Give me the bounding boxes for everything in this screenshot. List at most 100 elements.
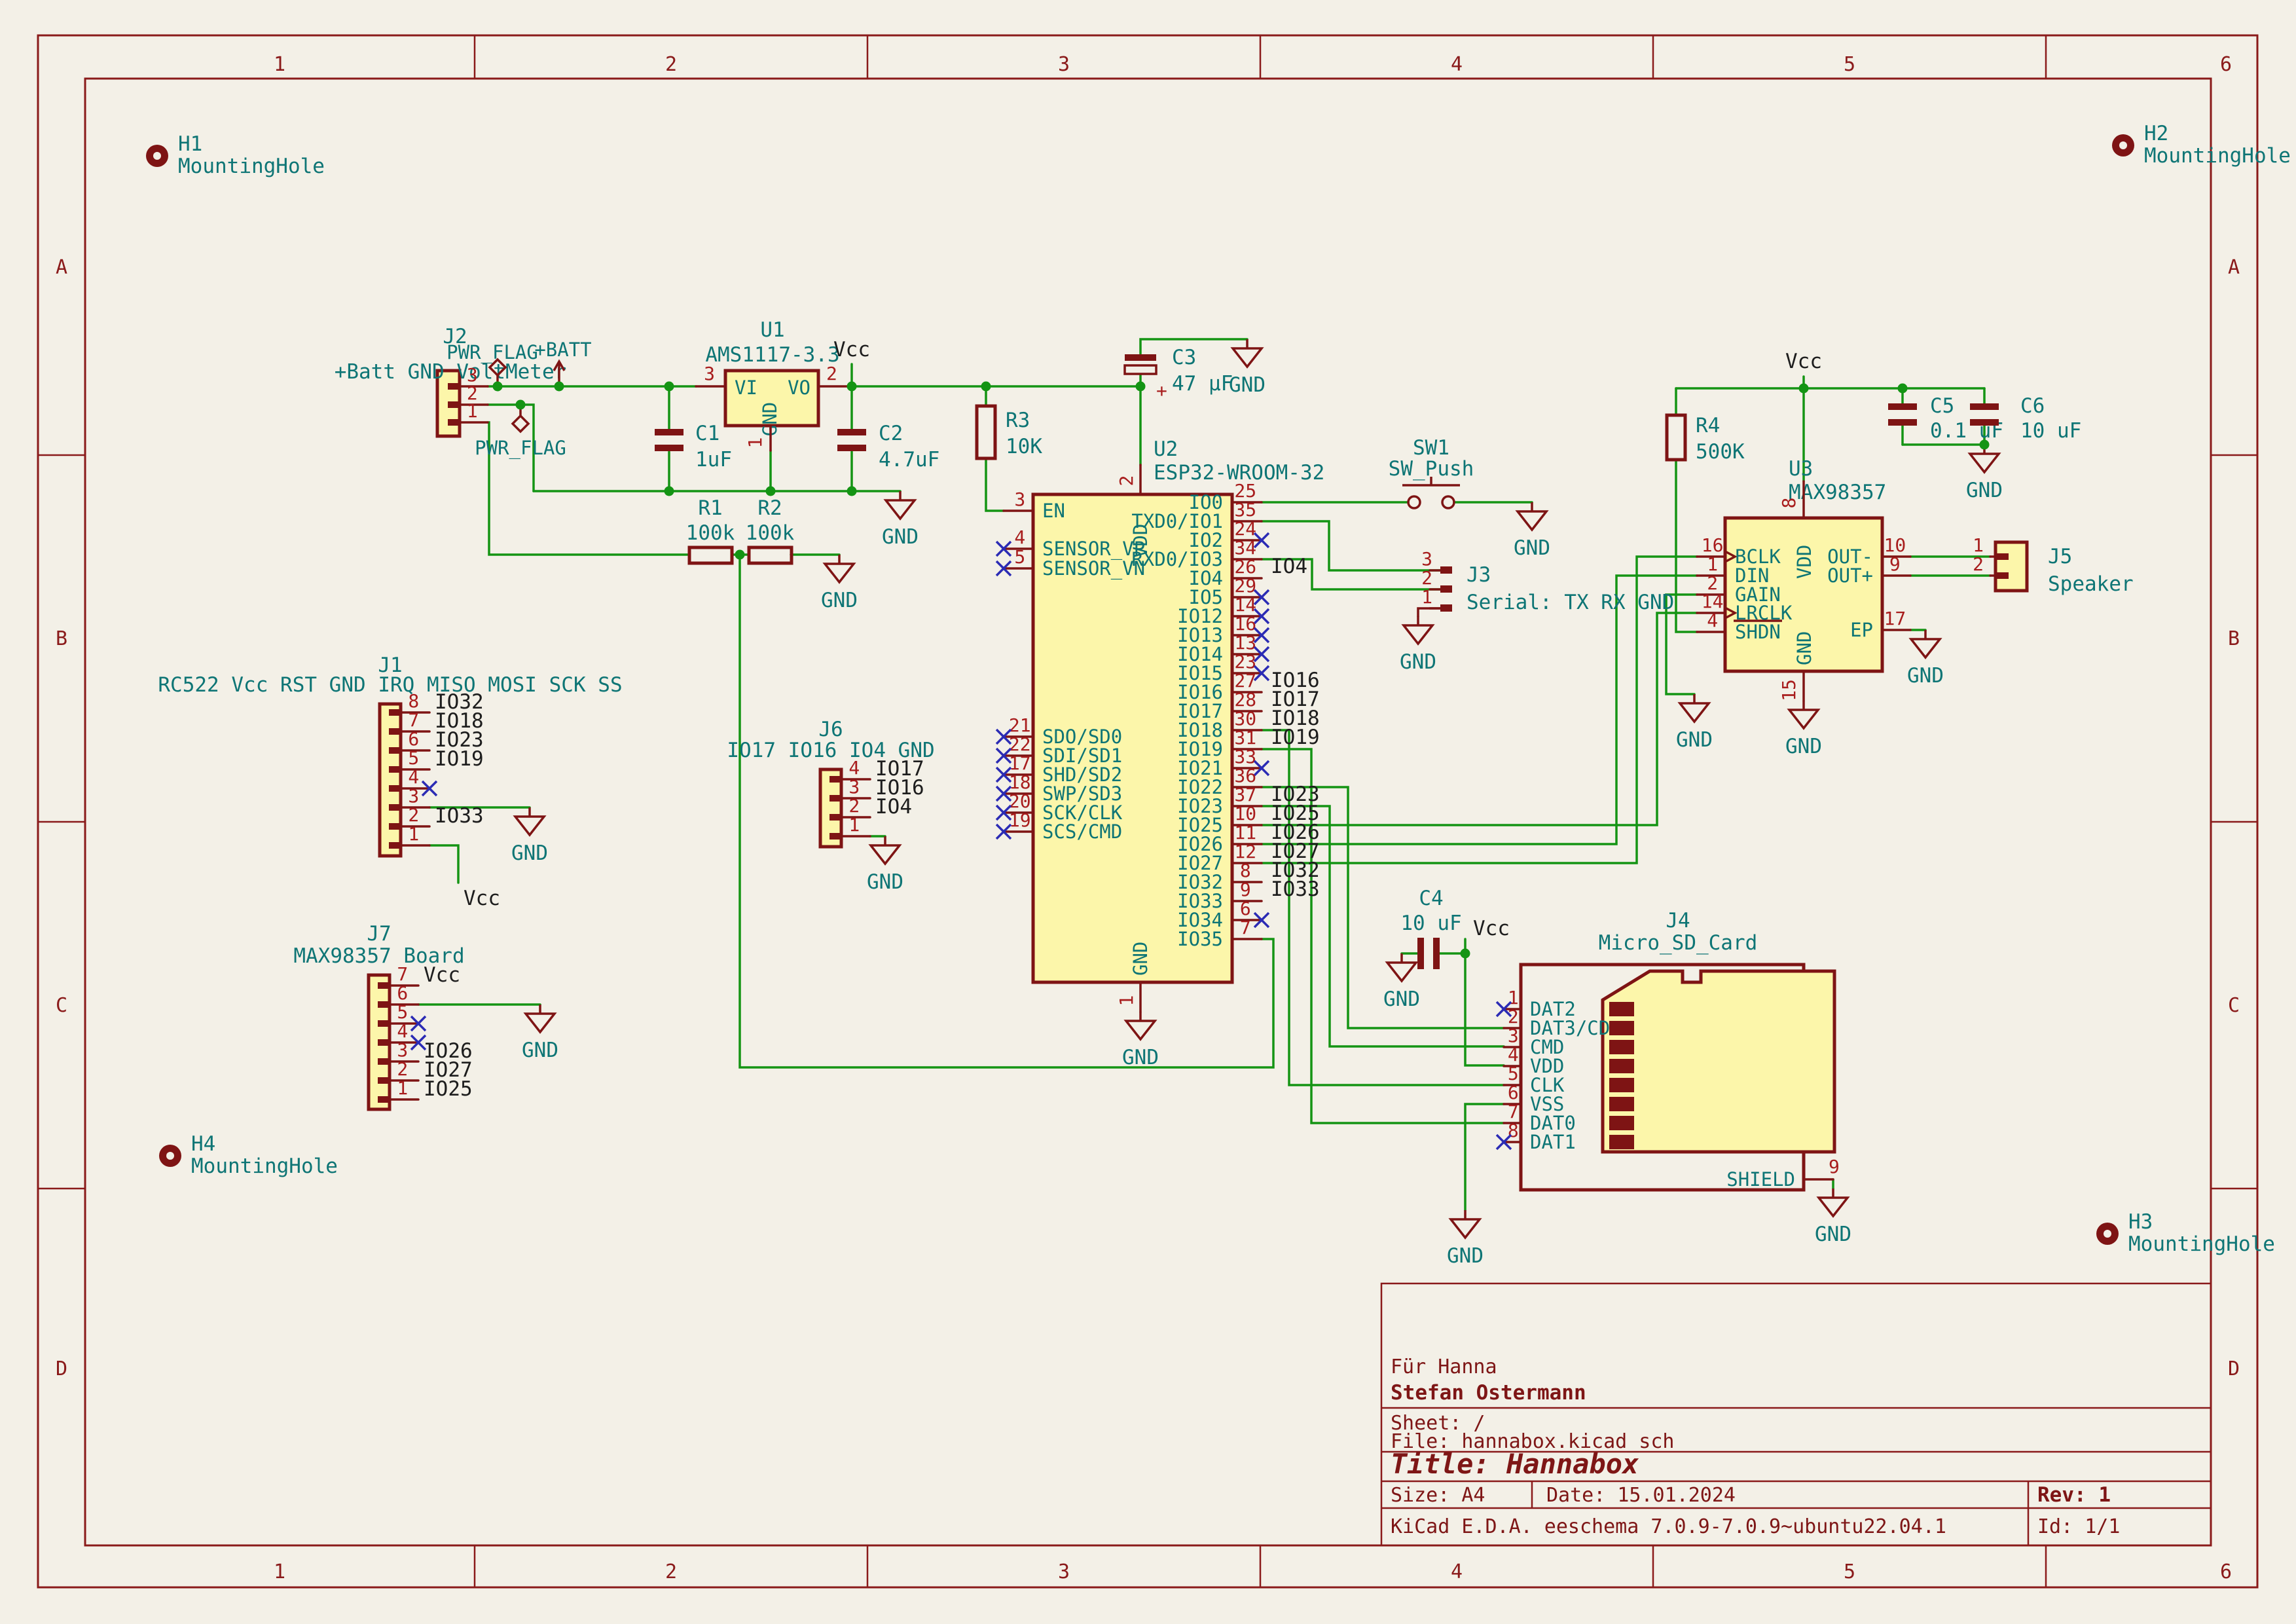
junction-dot [1799, 384, 1809, 394]
gnd-label: GND [1676, 728, 1713, 752]
ref: C2 [879, 422, 903, 445]
value: Serial: TX RX GND [1467, 591, 1674, 614]
pin-number: 1 [397, 1077, 408, 1099]
mounting-hole-h3[interactable]: H3 MountingHole [2096, 1210, 2275, 1256]
titleblock-id: Id: 1/1 [2037, 1515, 2120, 1538]
gnd-label: GND [1122, 1046, 1159, 1069]
pwr-flag-label: PWR_FLAG [446, 341, 538, 364]
gnd-label: GND [821, 589, 858, 612]
ref: C4 [1419, 887, 1443, 910]
switch-sw1[interactable]: SW1 SW_Push [1389, 436, 1474, 508]
gnd-label: GND [1447, 1244, 1484, 1268]
wire[interactable] [1465, 1104, 1504, 1210]
ref: J3 [1467, 563, 1491, 587]
capacitor-c1[interactable]: C1 1uF [655, 422, 732, 471]
net-label: Vcc [424, 963, 460, 987]
pin-number: 7 [1240, 917, 1251, 938]
value: 47 µF [1172, 372, 1233, 396]
gnd-symbol: GND [1785, 701, 1822, 758]
sd-contact-pad [1609, 1135, 1634, 1149]
gnd-symbol: GND [1383, 953, 1420, 1011]
value: MountingHole [2128, 1232, 2275, 1256]
titleblock-title: Title: Hannabox [1391, 1448, 1639, 1480]
value: RC522 Vcc RST GND IRQ MISO MOSI SCK SS [158, 673, 622, 697]
gnd-label: GND [867, 870, 903, 894]
wire[interactable] [1262, 613, 1697, 825]
mounting-hole-h4[interactable]: H4 MountingHole [159, 1132, 338, 1178]
junction-dot [847, 382, 857, 392]
vcc-flag: Vcc [1785, 350, 1822, 373]
sd-contact-pad [1609, 1021, 1634, 1035]
connector-j5-speaker[interactable]: J5 Speaker [1995, 542, 2134, 596]
titleblock-tool: KiCad E.D.A. eeschema 7.0.9-7.0.9~ubuntu… [1391, 1515, 1946, 1538]
schematic-page: 112233445566AABBCCDD Für Hanna Stefan Os… [0, 0, 2296, 1624]
wire[interactable] [1262, 576, 1697, 844]
ref: R4 [1696, 414, 1720, 437]
value: 10K [1006, 435, 1042, 458]
value: 4.7uF [879, 448, 939, 471]
resistor-r2[interactable]: R2 100k [746, 496, 795, 563]
value: 100k [746, 521, 795, 545]
grid-row-label: C [2228, 994, 2240, 1017]
pin-number: 5 [1014, 546, 1025, 568]
ref: J6 [818, 718, 843, 741]
vcc-flag: Vcc [464, 887, 500, 910]
grid-column-label: 5 [1844, 1560, 1855, 1583]
wire[interactable] [1465, 953, 1504, 1065]
value: AMS1117-3.3 [705, 343, 839, 367]
ref: U2 [1154, 437, 1178, 461]
pin-name-gnd: GND [1129, 942, 1152, 976]
pin-num-vdd: 2 [1116, 475, 1137, 487]
gnd-label: GND [511, 841, 548, 865]
resistor-r1[interactable]: R1 100k [686, 496, 735, 563]
pin-name: DAT1 [1530, 1131, 1576, 1153]
net-label: IO19 [435, 747, 484, 771]
mounting-hole-h1[interactable]: H1 MountingHole [146, 132, 325, 178]
gnd-label: GND [1907, 664, 1944, 688]
batt-label: +BATT [534, 339, 591, 361]
pin-num: 3 [704, 363, 715, 384]
grid-column-label: 4 [1451, 1560, 1463, 1583]
value: 100k [686, 521, 735, 545]
gnd-label: GND [882, 525, 919, 549]
pin-number: 4 [1707, 610, 1718, 631]
sd-contact-pad [1609, 1078, 1634, 1092]
resistor-r4[interactable]: R4 500K [1667, 414, 1745, 464]
net-label: IO33 [435, 804, 484, 828]
pin-num-shield: 9 [1829, 1156, 1840, 1177]
pin-number: 1 [1421, 586, 1432, 608]
ref: R3 [1006, 409, 1030, 432]
wire[interactable] [1676, 460, 1697, 632]
ref: J4 [1666, 909, 1690, 932]
junction-dot [555, 382, 564, 392]
ref: H2 [2144, 122, 2168, 145]
resistor-r3[interactable]: R3 10K [977, 406, 1042, 458]
vcc-flag: Vcc [833, 338, 870, 361]
value: 1uF [695, 448, 732, 471]
grid-column-label: 1 [274, 1560, 285, 1583]
junction-dot [665, 382, 674, 392]
junction-dot [735, 550, 745, 560]
wire[interactable] [986, 458, 1004, 511]
capacitor-c4[interactable]: C4 10 uF [1400, 887, 1461, 969]
ref: H1 [178, 132, 202, 156]
gnd-label: GND [1815, 1223, 1851, 1246]
wire[interactable] [429, 845, 458, 883]
grid-row-label: A [2228, 256, 2240, 279]
gnd-symbol: GND [821, 555, 858, 612]
net-label: IO19 [1271, 726, 1320, 749]
value: +Batt GND VoltMeter [335, 360, 567, 384]
capacitor-c5[interactable]: C5 0.1 uF [1888, 394, 2003, 443]
ref: R1 [698, 496, 722, 520]
mounting-hole-h2[interactable]: H2 MountingHole [2112, 122, 2291, 168]
gnd-label: GND [1966, 479, 2003, 502]
grid-row-label: B [2228, 627, 2240, 650]
gnd-label: GND [1229, 373, 1266, 397]
value: SW_Push [1389, 457, 1474, 481]
sd-contact-pad [1609, 1116, 1634, 1130]
ref: H3 [2128, 1210, 2153, 1234]
pin-name: SHDN [1735, 621, 1781, 643]
grid-column-label: 2 [665, 53, 677, 76]
gnd-symbol: GND [1815, 1189, 1851, 1246]
pin-num-gnd: 1 [1116, 995, 1137, 1006]
